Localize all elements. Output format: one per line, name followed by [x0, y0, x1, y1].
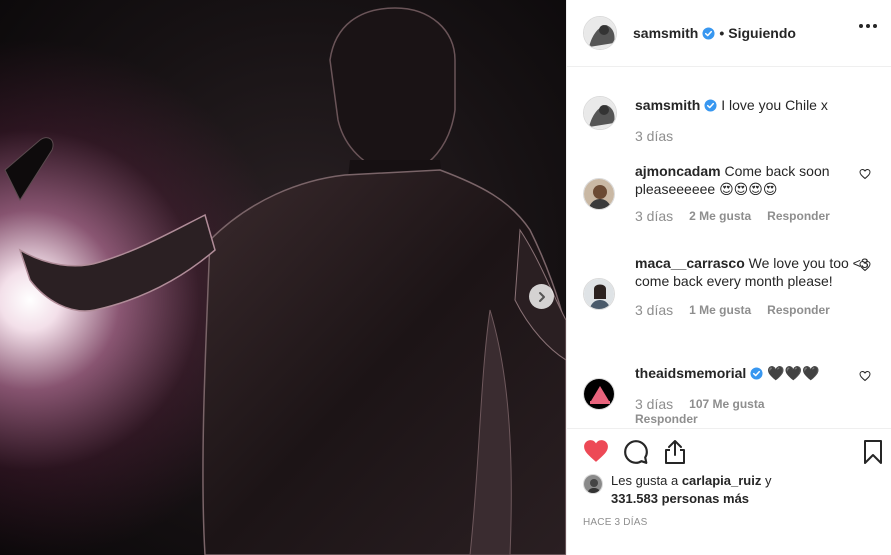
comment-time[interactable]: 3 días	[635, 208, 673, 224]
caption-author-avatar[interactable]	[583, 96, 617, 130]
comment-likes[interactable]: 1 Me gusta	[689, 303, 751, 317]
comment-time[interactable]: 3 días	[635, 302, 673, 318]
caption-username[interactable]: samsmith	[635, 97, 700, 113]
comment-item: theaidsmemorial 🖤🖤🖤 3 días 107 Me gusta …	[583, 364, 875, 426]
heart-filled-icon[interactable]	[583, 439, 609, 463]
comment-text: 🖤🖤🖤	[767, 365, 820, 381]
comment-item: ajmoncadam Come back soon pleaseeeeee 😍😍…	[583, 162, 875, 224]
more-options-button[interactable]	[859, 24, 877, 28]
chevron-right-icon	[538, 291, 545, 302]
comment-time[interactable]: 3 días	[635, 396, 673, 412]
verified-badge-icon	[702, 26, 715, 40]
commenter-avatar[interactable]	[583, 278, 615, 310]
verified-badge-icon	[750, 367, 763, 380]
singer-silhouette	[4, 7, 566, 555]
dot-icon	[859, 24, 863, 28]
author-username[interactable]: samsmith	[633, 25, 698, 41]
likes-count[interactable]: 331.583 personas más	[611, 491, 749, 506]
author-avatar[interactable]	[583, 16, 617, 50]
comment-bubble-icon[interactable]	[623, 439, 649, 465]
caption-text: I love you Chile x	[721, 97, 828, 113]
post-header: samsmith • Siguiendo	[567, 0, 891, 67]
comment-like-heart-icon[interactable]	[859, 370, 871, 382]
comment-like-heart-icon[interactable]	[859, 260, 871, 272]
reply-button[interactable]: Responder	[635, 412, 875, 426]
following-button[interactable]: Siguiendo	[728, 25, 796, 41]
comment-likes[interactable]: 107 Me gusta	[689, 397, 764, 411]
comment-item: maca__carrasco We love you too <3 come b…	[583, 254, 875, 318]
follow-separator: •	[719, 25, 725, 41]
liker-avatar[interactable]	[583, 474, 603, 494]
caption-time[interactable]: 3 días	[635, 128, 673, 144]
dot-icon	[873, 24, 877, 28]
next-photo-button[interactable]	[529, 284, 554, 309]
post-timestamp[interactable]: HACE 3 DÍAS	[583, 517, 647, 528]
share-icon[interactable]	[663, 439, 687, 465]
reply-button[interactable]: Responder	[767, 209, 830, 223]
comment-likes[interactable]: 2 Me gusta	[689, 209, 751, 223]
comments-list[interactable]: samsmith I love you Chile x 3 días ajmon…	[567, 68, 891, 428]
likes-summary: Les gusta a carlapia_ruiz y 331.583 pers…	[583, 472, 875, 508]
reply-button[interactable]: Responder	[767, 303, 830, 317]
post-side-panel: samsmith • Siguiendo samsmith I love you…	[566, 0, 891, 555]
likes-prefix: Les gusta a	[611, 473, 682, 488]
comment-username[interactable]: theaidsmemorial	[635, 365, 746, 381]
bookmark-icon[interactable]	[863, 439, 883, 465]
commenter-avatar[interactable]	[583, 178, 615, 210]
comment-username[interactable]: ajmoncadam	[635, 163, 721, 179]
comment-username[interactable]: maca__carrasco	[635, 255, 745, 271]
comment-like-heart-icon[interactable]	[859, 168, 871, 180]
post-actions-bar	[567, 428, 891, 472]
post-caption: samsmith I love you Chile x 3 días	[583, 96, 875, 144]
likes-connector: y	[761, 473, 772, 488]
liker-username[interactable]: carlapia_ruiz	[682, 473, 762, 488]
dot-icon	[866, 24, 870, 28]
post-photo[interactable]	[0, 0, 566, 555]
verified-badge-icon	[704, 99, 717, 112]
commenter-avatar[interactable]	[583, 378, 615, 410]
